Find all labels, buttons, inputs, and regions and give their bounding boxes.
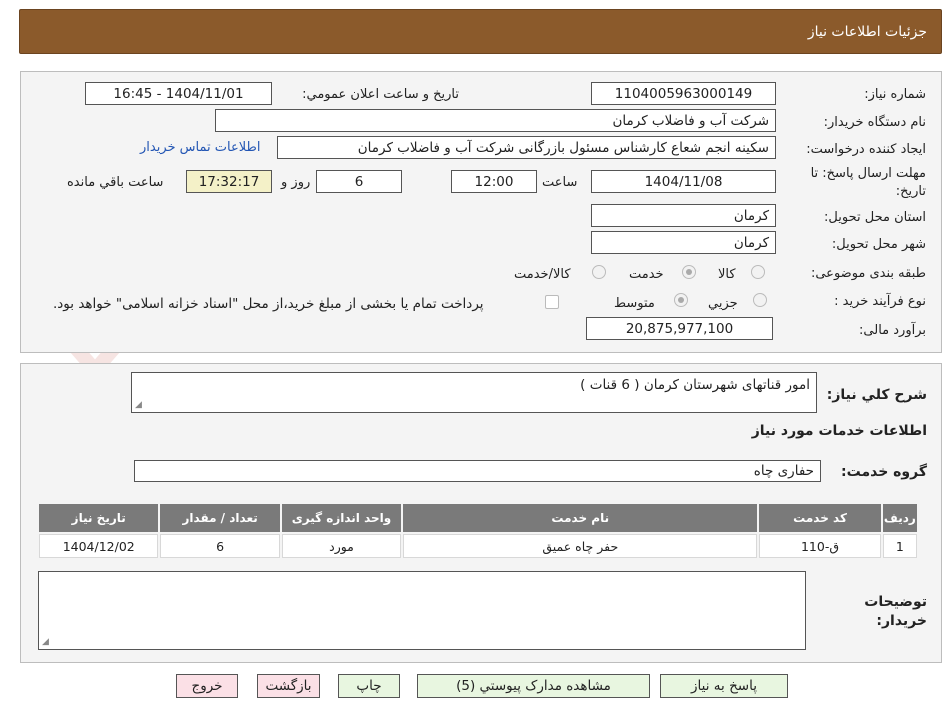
- service-group-label: گروه خدمت:: [841, 464, 927, 480]
- process-radio-minor[interactable]: [753, 293, 767, 307]
- treasury-payment-checkbox[interactable]: [545, 295, 559, 309]
- days-field: 6: [316, 170, 402, 193]
- description-text: امور قناتهای شهرستان کرمان ( 6 قنات ): [580, 377, 810, 393]
- announce-date-label: تاريخ و ساعت اعلان عمومي:: [302, 87, 459, 102]
- services-table-wrapper: رديف کد خدمت نام خدمت واحد اندازه گيری ت…: [37, 502, 919, 560]
- description-textarea[interactable]: امور قناتهای شهرستان کرمان ( 6 قنات ) ◢: [131, 372, 817, 413]
- print-button[interactable]: چاپ: [338, 674, 400, 698]
- province-label: استان محل تحويل:: [824, 210, 926, 225]
- process-radio-medium[interactable]: [674, 293, 688, 307]
- col-quantity: تعداد / مقدار: [160, 504, 280, 532]
- process-label: نوع فرآيند خريد :: [834, 294, 926, 309]
- services-section-title: اطلاعات خدمات مورد نياز: [751, 423, 927, 439]
- deadline-label: مهلت ارسال پاسخ: تا: [810, 166, 926, 181]
- category-radio-service[interactable]: [682, 265, 696, 279]
- table-row: 1 ق-110 حفر چاه عميق مورد 6 1404/12/02: [39, 534, 917, 558]
- cell-service-name: حفر چاه عميق: [403, 534, 758, 558]
- cell-quantity: 6: [160, 534, 280, 558]
- process-option-medium: متوسط: [614, 296, 655, 311]
- col-service-name: نام خدمت: [403, 504, 758, 532]
- col-unit: واحد اندازه گيری: [281, 504, 402, 532]
- days-label: روز و: [281, 175, 311, 190]
- remaining-label: ساعت باقي مانده: [67, 175, 164, 190]
- buyer-org-field: شرکت آب و فاضلاب کرمان: [215, 109, 776, 132]
- col-service-code: کد خدمت: [759, 504, 881, 532]
- description-label: شرح کلي نياز:: [826, 387, 927, 403]
- city-label: شهر محل تحويل:: [831, 237, 926, 252]
- creator-label: ايجاد کننده درخواست:: [806, 142, 926, 157]
- resize-grip-icon: ◢: [135, 400, 142, 410]
- cell-row: 1: [882, 534, 917, 558]
- announce-date-field: 1404/11/01 - 16:45: [85, 82, 272, 105]
- cell-unit: مورد: [281, 534, 402, 558]
- cell-service-code: ق-110: [759, 534, 881, 558]
- buyer-notes-textarea[interactable]: ◢: [38, 571, 806, 650]
- buyer-contact-link[interactable]: اطلاعات تماس خريدار: [140, 140, 260, 155]
- province-field: کرمان: [591, 204, 776, 227]
- back-button[interactable]: بازگشت: [257, 674, 320, 698]
- process-option-minor: جزيي: [708, 296, 738, 311]
- services-table: رديف کد خدمت نام خدمت واحد اندازه گيری ت…: [37, 502, 919, 560]
- exit-button[interactable]: خروج: [176, 674, 238, 698]
- category-option-goods-service: کالا/خدمت: [514, 267, 571, 282]
- category-radio-goods-service[interactable]: [592, 265, 606, 279]
- budget-label: برآورد مالی:: [859, 323, 926, 338]
- resize-grip-icon: ◢: [42, 637, 49, 647]
- buyer-org-label: نام دستگاه خريدار:: [823, 115, 926, 130]
- category-radio-goods[interactable]: [751, 265, 765, 279]
- buyer-notes-label-2: خريدار:: [876, 613, 927, 629]
- category-label: طبقه بندی موضوعی:: [810, 266, 926, 281]
- deadline-date-field: 1404/11/08: [591, 170, 776, 193]
- category-option-goods: کالا: [718, 267, 736, 282]
- page-title: جزئيات اطلاعات نياز: [807, 23, 927, 40]
- time-label: ساعت: [542, 175, 578, 190]
- category-option-service: خدمت: [629, 267, 664, 282]
- attachments-button[interactable]: مشاهده مدارک پيوستي (5): [417, 674, 650, 698]
- budget-field: 20,875,977,100: [586, 317, 773, 340]
- need-number-field: 1104005963000149: [591, 82, 776, 105]
- deadline-time-field: 12:00: [451, 170, 537, 193]
- reply-button[interactable]: پاسخ به نياز: [660, 674, 788, 698]
- service-group-field: حفاری چاه: [134, 460, 821, 482]
- col-row: رديف: [882, 504, 917, 532]
- deadline-label-2: تاريخ:: [895, 184, 926, 199]
- page-header: جزئيات اطلاعات نياز: [19, 9, 942, 54]
- remaining-time-field: 17:32:17: [186, 170, 272, 193]
- creator-field: سکينه انجم شعاع کارشناس مسئول بازرگانی ش…: [277, 136, 776, 159]
- cell-need-date: 1404/12/02: [39, 534, 159, 558]
- buyer-notes-label: توضيحات: [864, 594, 927, 610]
- col-need-date: تاريخ نياز: [39, 504, 159, 532]
- need-number-label: شماره نياز:: [864, 87, 926, 102]
- treasury-payment-note: پرداخت تمام يا بخشی از مبلغ خريد،از محل …: [53, 296, 484, 312]
- table-header-row: رديف کد خدمت نام خدمت واحد اندازه گيری ت…: [39, 504, 917, 532]
- city-field: کرمان: [591, 231, 776, 254]
